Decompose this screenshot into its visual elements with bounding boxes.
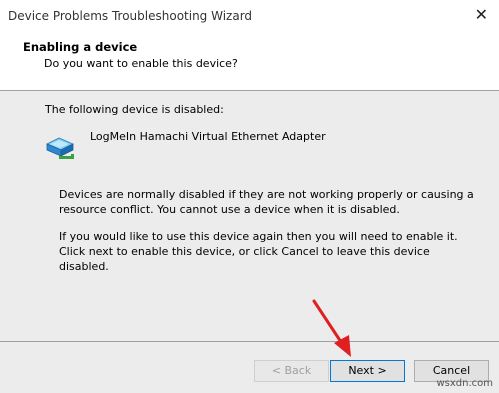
page-subtitle: Do you want to enable this device? — [44, 57, 238, 70]
wizard-content: The following device is disabled: LogMeI… — [0, 91, 499, 340]
disabled-device-label: The following device is disabled: — [45, 103, 224, 116]
window-title: Device Problems Troubleshooting Wizard — [8, 9, 253, 23]
info-paragraph-1: Devices are normally disabled if they ar… — [59, 188, 474, 216]
close-icon[interactable]: ✕ — [475, 5, 488, 24]
red-arrow-annotation — [312, 299, 351, 357]
network-adapter-icon — [46, 137, 74, 159]
title-bar: Device Problems Troubleshooting Wizard ✕ — [0, 0, 499, 30]
watermark-text: wsxdn.com — [436, 378, 493, 389]
wizard-header: Enabling a device Do you want to enable … — [0, 30, 499, 91]
next-button[interactable]: Next > — [330, 360, 405, 382]
back-button[interactable]: < Back — [254, 360, 329, 382]
page-title: Enabling a device — [23, 40, 138, 54]
info-paragraph-2: If you would like to use this device aga… — [59, 230, 458, 273]
device-name: LogMeIn Hamachi Virtual Ethernet Adapter — [90, 130, 326, 143]
wizard-footer: < Back Next > Cancel — [0, 341, 499, 393]
